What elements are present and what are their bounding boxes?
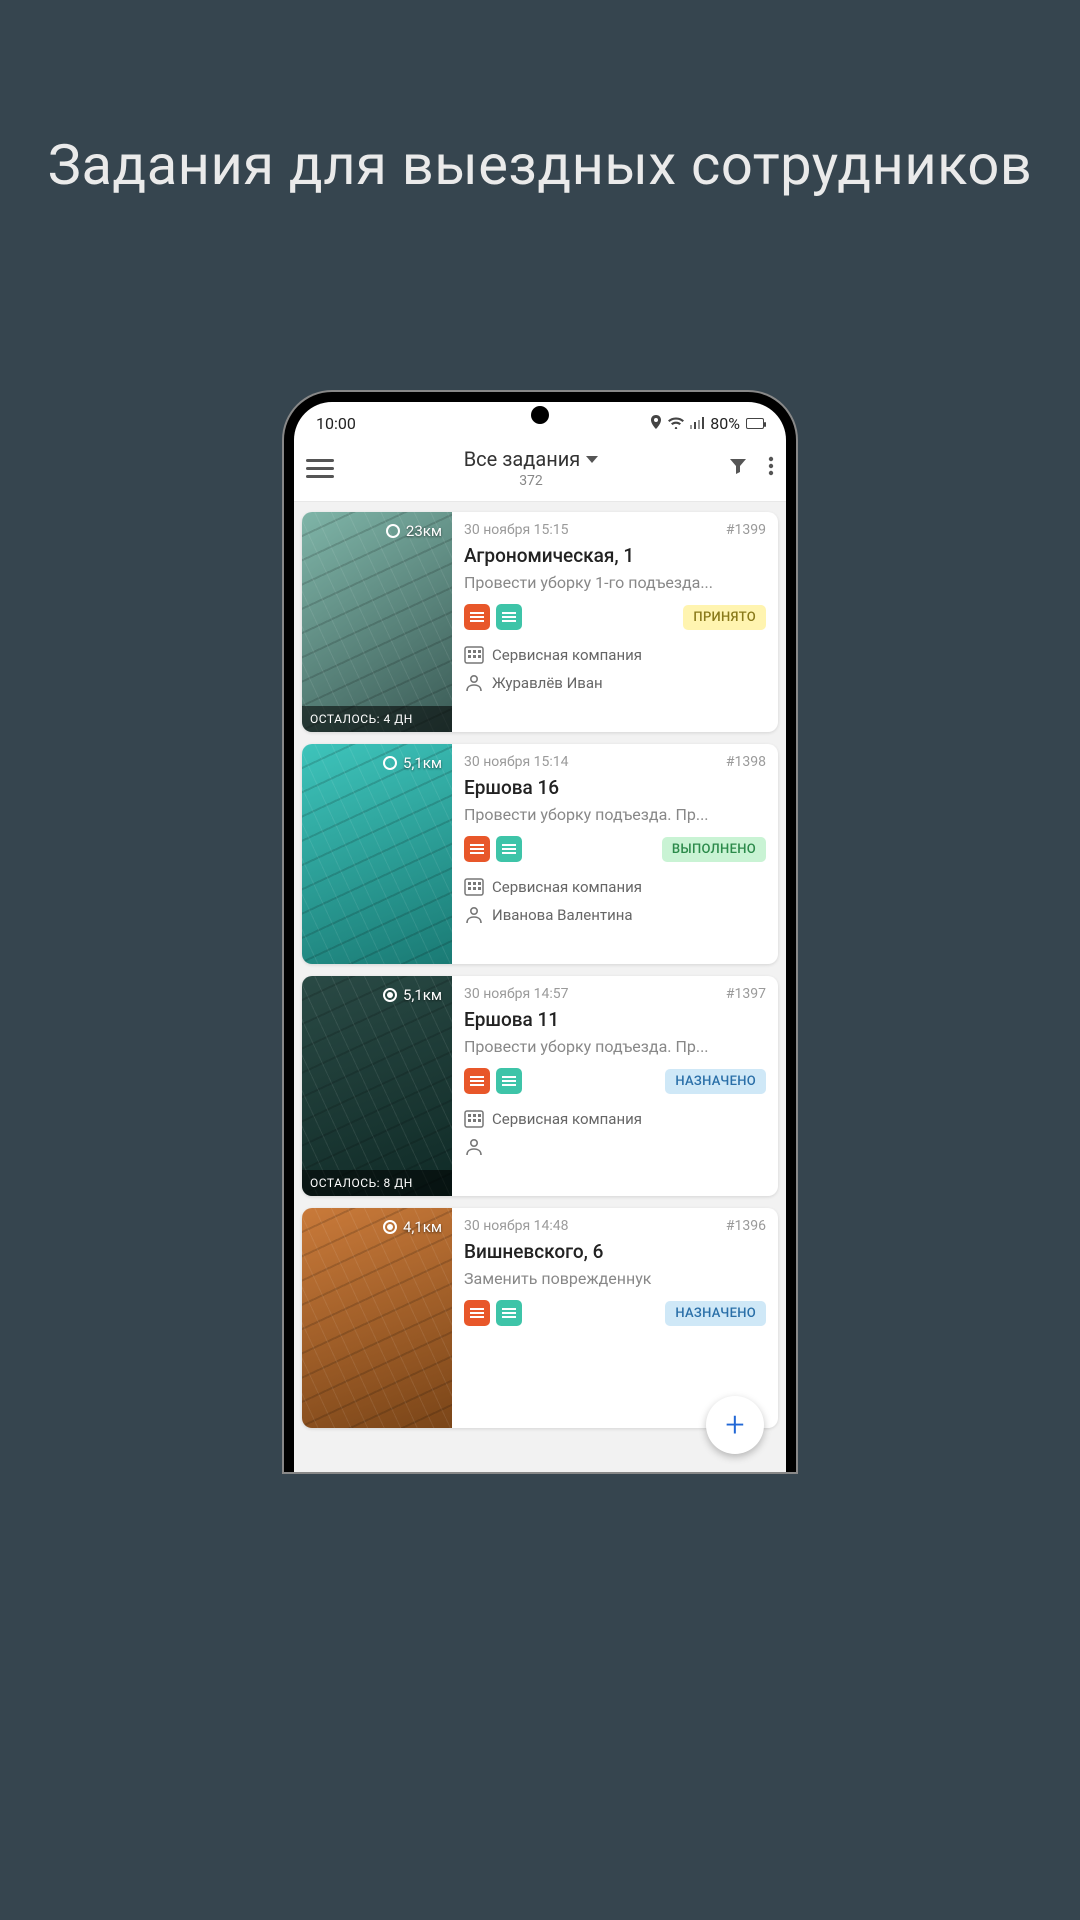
task-thumbnail: 5,1км: [302, 744, 452, 964]
task-address: Ершова 11: [464, 1008, 766, 1031]
location-dot-icon: [386, 524, 400, 538]
task-thumbnail: 23км ОСТАЛОСЬ: 4 ДН: [302, 512, 452, 732]
tag-icon-orange: [464, 1300, 490, 1326]
task-description: Провести уборку подъезда. Пр...: [464, 805, 766, 824]
task-address: Агрономическая, 1: [464, 544, 766, 567]
battery-pct: 80%: [710, 414, 740, 433]
status-badge: ВЫПОЛНЕНО: [662, 837, 766, 862]
tag-icon-orange: [464, 836, 490, 862]
task-description: Провести уборку подъезда. Пр...: [464, 1037, 766, 1056]
task-card[interactable]: 23км ОСТАЛОСЬ: 4 ДН 30 ноября 15:15 #1399 Аг…: [302, 512, 778, 732]
phone-screen: 10:00 80% Все задания: [294, 402, 786, 1472]
location-dot-icon: [383, 988, 397, 1002]
distance-value: 4,1км: [403, 1218, 442, 1236]
add-task-fab[interactable]: +: [706, 1396, 764, 1454]
location-dot-icon: [383, 1220, 397, 1234]
tag-icon-teal: [496, 1300, 522, 1326]
task-thumbnail: 4,1км: [302, 1208, 452, 1428]
task-assignee: Иванова Валентина: [492, 906, 633, 924]
task-address: Ершова 16: [464, 776, 766, 799]
camera-punch: [531, 406, 549, 424]
location-dot-icon: [383, 756, 397, 770]
battery-icon: [746, 418, 764, 429]
distance-badge: 23км: [386, 522, 442, 540]
location-icon: [650, 414, 662, 433]
building-icon: [464, 878, 484, 896]
status-badge: ПРИНЯТО: [683, 605, 766, 630]
task-datetime: 30 ноября 15:15: [464, 522, 568, 538]
appbar: Все задания 372: [294, 437, 786, 502]
distance-value: 5,1км: [403, 754, 442, 772]
tag-icon-teal: [496, 604, 522, 630]
overflow-menu-button[interactable]: [768, 456, 774, 480]
task-card[interactable]: 4,1км 30 ноября 14:48 #1396 Вишневского, 6 З…: [302, 1208, 778, 1428]
task-datetime: 30 ноября 15:14: [464, 754, 568, 770]
task-number: #1398: [726, 754, 766, 770]
filter-button[interactable]: [728, 456, 748, 480]
status-badge: НАЗНАЧЕНО: [665, 1301, 766, 1326]
task-card-body: 30 ноября 15:15 #1399 Агрономическая, 1 Про…: [452, 512, 778, 732]
plus-icon: +: [725, 1405, 744, 1445]
appbar-title-dropdown[interactable]: Все задания: [464, 447, 599, 471]
task-description: Заменить поврежденнук: [464, 1269, 766, 1288]
wifi-icon: [668, 414, 684, 433]
distance-badge: 5,1км: [383, 754, 442, 772]
person-icon: [464, 906, 484, 924]
task-thumbnail: 5,1км ОСТАЛОСЬ: 8 ДН: [302, 976, 452, 1196]
building-icon: [464, 1110, 484, 1128]
remaining-badge: ОСТАЛОСЬ: 4 ДН: [302, 706, 452, 732]
tag-icon-teal: [496, 836, 522, 862]
distance-badge: 5,1км: [383, 986, 442, 1004]
task-company: Сервисная компания: [492, 646, 642, 664]
phone-frame: 10:00 80% Все задания: [284, 392, 796, 1472]
distance-value: 23км: [406, 522, 442, 540]
task-card-body: 30 ноября 14:48 #1396 Вишневского, 6 Замени…: [452, 1208, 778, 1428]
distance-value: 5,1км: [403, 986, 442, 1004]
task-number: #1399: [726, 522, 766, 538]
task-description: Провести уборку 1-го подъезда...: [464, 573, 766, 592]
signal-icon: [690, 414, 704, 433]
person-icon: [464, 1138, 484, 1156]
tag-icon-teal: [496, 1068, 522, 1094]
task-card[interactable]: 5,1км 30 ноября 15:14 #1398 Ершова 16 Провес…: [302, 744, 778, 964]
task-assignee: Журавлёв Иван: [492, 674, 603, 692]
appbar-count: 372: [334, 473, 728, 489]
chevron-down-icon: [586, 456, 598, 463]
task-company: Сервисная компания: [492, 1110, 642, 1128]
task-number: #1397: [726, 986, 766, 1002]
menu-button[interactable]: [306, 455, 334, 482]
promo-title: Задания для выездных сотрудников: [0, 0, 1080, 200]
distance-badge: 4,1км: [383, 1218, 442, 1236]
task-address: Вишневского, 6: [464, 1240, 766, 1263]
task-list[interactable]: 23км ОСТАЛОСЬ: 4 ДН 30 ноября 15:15 #1399 Аг…: [294, 502, 786, 1472]
task-datetime: 30 ноября 14:48: [464, 1218, 568, 1234]
appbar-title-label: Все задания: [464, 447, 581, 471]
person-icon: [464, 674, 484, 692]
task-card[interactable]: 5,1км ОСТАЛОСЬ: 8 ДН 30 ноября 14:57 #1397 Е…: [302, 976, 778, 1196]
statusbar-time: 10:00: [316, 414, 356, 433]
remaining-badge: ОСТАЛОСЬ: 8 ДН: [302, 1170, 452, 1196]
task-number: #1396: [726, 1218, 766, 1234]
task-datetime: 30 ноября 14:57: [464, 986, 568, 1002]
task-card-body: 30 ноября 15:14 #1398 Ершова 16 Провести уб…: [452, 744, 778, 964]
task-card-body: 30 ноября 14:57 #1397 Ершова 11 Провести уб…: [452, 976, 778, 1196]
task-company: Сервисная компания: [492, 878, 642, 896]
building-icon: [464, 646, 484, 664]
status-badge: НАЗНАЧЕНО: [665, 1069, 766, 1094]
tag-icon-orange: [464, 604, 490, 630]
tag-icon-orange: [464, 1068, 490, 1094]
